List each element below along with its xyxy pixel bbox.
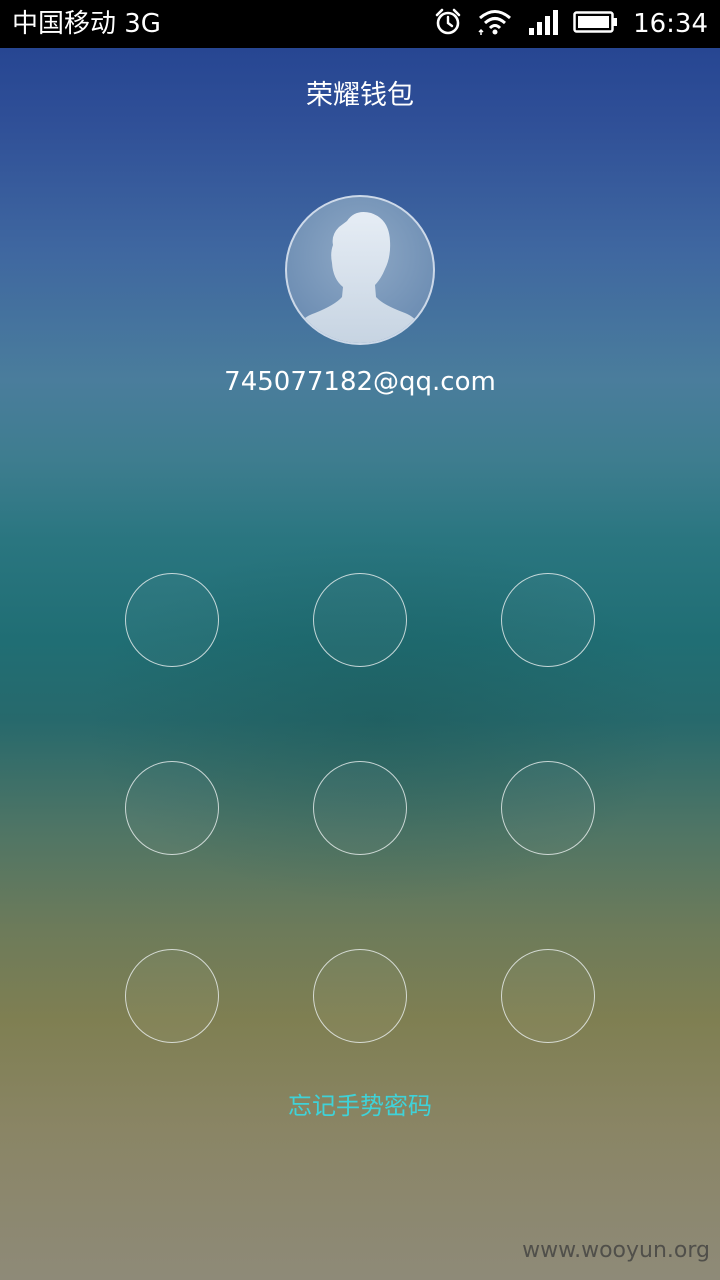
pattern-node-2[interactable]: [313, 573, 407, 667]
forgot-gesture-password-link[interactable]: 忘记手势密码: [0, 1088, 720, 1124]
status-bar: 中国移动 3G 16:34: [0, 0, 720, 48]
user-silhouette-icon: [299, 212, 419, 343]
carrier-label: 中国移动 3G: [12, 9, 161, 39]
status-icons: 16:34: [433, 0, 708, 48]
watermark: www.wooyun.org: [522, 1238, 710, 1263]
pattern-node-8[interactable]: [313, 949, 407, 1043]
wifi-icon: [477, 8, 513, 40]
avatar: [285, 195, 435, 345]
pattern-node-3[interactable]: [501, 573, 595, 667]
pattern-node-6[interactable]: [501, 761, 595, 855]
pattern-node-9[interactable]: [501, 949, 595, 1043]
page-title: 荣耀钱包: [306, 80, 414, 111]
account-username: 745077182@qq.com: [224, 367, 496, 397]
gesture-lock-screen: 中国移动 3G 16:34 荣耀钱包 745077182@qq.com 忘记手势…: [0, 0, 720, 1280]
pattern-node-7[interactable]: [125, 949, 219, 1043]
alarm-icon: [433, 7, 463, 41]
pattern-node-4[interactable]: [125, 761, 219, 855]
battery-icon: [573, 9, 619, 39]
signal-icon: [527, 8, 559, 40]
pattern-node-1[interactable]: [125, 573, 219, 667]
status-time: 16:34: [633, 9, 708, 39]
pattern-node-5[interactable]: [313, 761, 407, 855]
